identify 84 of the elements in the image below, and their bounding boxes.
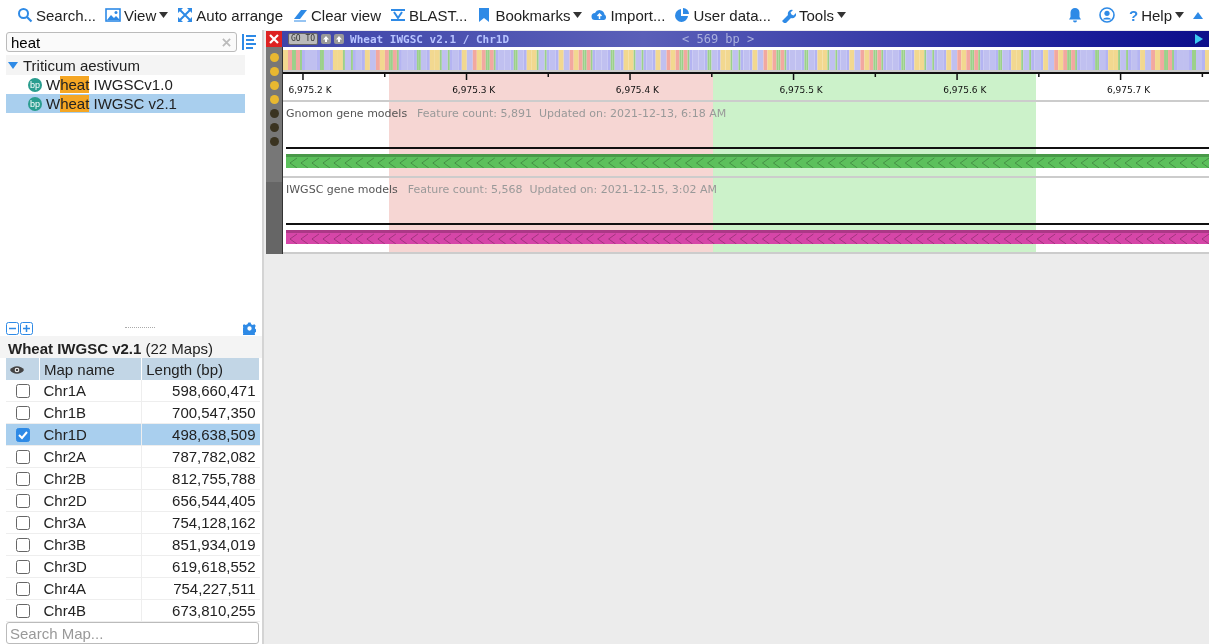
scroll-right-icon[interactable] (1195, 34, 1203, 44)
eraser-icon (292, 7, 308, 23)
table-cell[interactable]: Chr4B (39, 599, 142, 622)
toolbar-button[interactable]: User data... (674, 6, 771, 24)
checkbox[interactable] (15, 581, 30, 596)
checkbox[interactable] (15, 493, 30, 508)
toolbar-button[interactable]: Search... (17, 6, 97, 24)
ruler-label: 6,975.3 K (452, 85, 496, 95)
toolbar-button[interactable]: Auto arrange (177, 6, 283, 24)
checkbox[interactable] (15, 449, 30, 464)
ruler-label: 6,975.2 K (288, 85, 332, 95)
bp-badge: bp (28, 96, 42, 111)
table-cell[interactable]: Chr2B (39, 467, 142, 490)
toolbar-button[interactable]: Tools (780, 6, 847, 24)
track-name: IWGSC gene models (286, 183, 398, 196)
toolbar-button[interactable]: BLAST... (390, 6, 468, 24)
list-view-icon[interactable] (241, 33, 257, 51)
help-button[interactable]: ? Help (1128, 6, 1184, 24)
table-heading: Wheat IWGSC v2.1 (22 Maps) (0, 336, 262, 359)
user-account-icon[interactable] (1098, 7, 1115, 23)
column-header[interactable]: Map name (39, 358, 142, 381)
ruler-label: 6,975.4 K (615, 85, 659, 95)
map-search-field[interactable]: Search Map... (6, 622, 259, 644)
table-cell: 673,810,255 (141, 599, 260, 622)
alignment-icon (390, 7, 407, 23)
track-info: Feature count: 5,891 Updated on: 2021-12-13, 6:18 AM (417, 107, 727, 120)
checkbox[interactable] (15, 537, 30, 552)
checkbox[interactable] (15, 383, 30, 398)
span-label: < 569 bp > (682, 32, 755, 46)
toolbar-button[interactable]: Import... (591, 6, 666, 24)
table-cell[interactable]: Chr4A (39, 577, 142, 600)
table-cell: 787,782,082 (141, 445, 260, 468)
cloud-upload-icon (591, 7, 608, 23)
table-cell: 598,660,471 (141, 380, 260, 402)
pie-chart-icon (674, 7, 691, 23)
checkbox[interactable] (15, 427, 30, 442)
table-cell[interactable]: Chr2D (39, 489, 142, 512)
up-arrow-icon[interactable] (334, 34, 345, 44)
expand-triangle-icon[interactable] (8, 61, 18, 69)
image-icon (105, 7, 122, 23)
table-cell: 851,934,019 (141, 533, 260, 556)
column-header[interactable]: Length (bp) (141, 358, 260, 381)
tree-node[interactable]: Triticum aestivum (6, 55, 245, 75)
table-cell[interactable]: Chr3A (39, 511, 142, 534)
bell-icon[interactable] (1066, 7, 1083, 23)
ruler-label: 6,975.7 K (1106, 85, 1151, 95)
go-to-button[interactable]: GO TO (288, 33, 319, 45)
ruler-label: 6,975.6 K (943, 85, 987, 95)
wrench-icon (780, 7, 796, 23)
collapse-expand-icon[interactable] (6, 322, 36, 335)
clear-icon[interactable] (222, 38, 231, 47)
table-cell: 619,618,552 (141, 555, 260, 578)
table-cell: 812,755,788 (141, 467, 260, 490)
checkbox[interactable] (15, 559, 30, 574)
search-field[interactable]: heat (6, 32, 237, 52)
settings-icon[interactable] (243, 322, 256, 335)
viewer-title: Wheat IWGSC v2.1 / Chr1D (350, 32, 510, 46)
table-cell[interactable]: Chr3D (39, 555, 142, 578)
checkbox[interactable] (15, 471, 30, 486)
toolbar-button[interactable]: View (105, 6, 169, 24)
table-cell[interactable]: Chr3B (39, 533, 142, 556)
search-icon (17, 7, 33, 23)
close-icon[interactable] (266, 31, 282, 47)
up-arrow-icon[interactable] (321, 34, 332, 44)
bp-badge: bp (28, 77, 42, 92)
checkbox[interactable] (15, 515, 30, 530)
collapse-icon[interactable] (1193, 11, 1203, 19)
table-cell: 498,638,509 (141, 423, 260, 446)
table-cell[interactable]: Chr2A (39, 445, 142, 468)
ruler-label: 6,975.5 K (779, 85, 823, 95)
table-cell: 700,547,350 (141, 401, 260, 424)
table-cell: 754,128,162 (141, 511, 260, 534)
table-cell[interactable]: Chr1A (39, 380, 142, 402)
table-cell[interactable]: Chr1B (39, 401, 142, 424)
toolbar-button[interactable]: Clear view (292, 6, 382, 24)
arrange-icon (177, 7, 194, 23)
checkbox[interactable] (15, 603, 30, 618)
eye-icon (10, 364, 24, 375)
track-name: Gnomon gene models (286, 107, 408, 120)
table-cell: 656,544,405 (141, 489, 260, 512)
checkbox[interactable] (15, 405, 30, 420)
toolbar-button[interactable]: Bookmarks (476, 6, 583, 24)
track-info: Feature count: 5,568 Updated on: 2021-12-15, 3:02 AM (407, 183, 717, 196)
table-cell: 754,227,511 (141, 577, 260, 600)
